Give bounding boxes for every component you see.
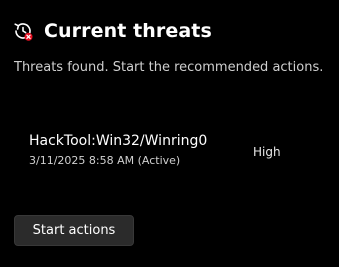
threat-history-icon bbox=[12, 20, 34, 42]
status-message: Threats found. Start the recommended act… bbox=[14, 60, 324, 75]
threat-name: HackTool:Win32/Winring0 bbox=[29, 133, 208, 149]
threat-severity: High bbox=[253, 145, 281, 159]
page-title: Current threats bbox=[44, 20, 212, 42]
threat-date: 3/11/2025 8:58 AM (Active) bbox=[29, 154, 181, 167]
threat-list-item[interactable]: HackTool:Win32/Winring0 3/11/2025 8:58 A… bbox=[29, 133, 329, 173]
section-header: Current threats bbox=[12, 20, 212, 42]
start-actions-button[interactable]: Start actions bbox=[14, 215, 134, 246]
